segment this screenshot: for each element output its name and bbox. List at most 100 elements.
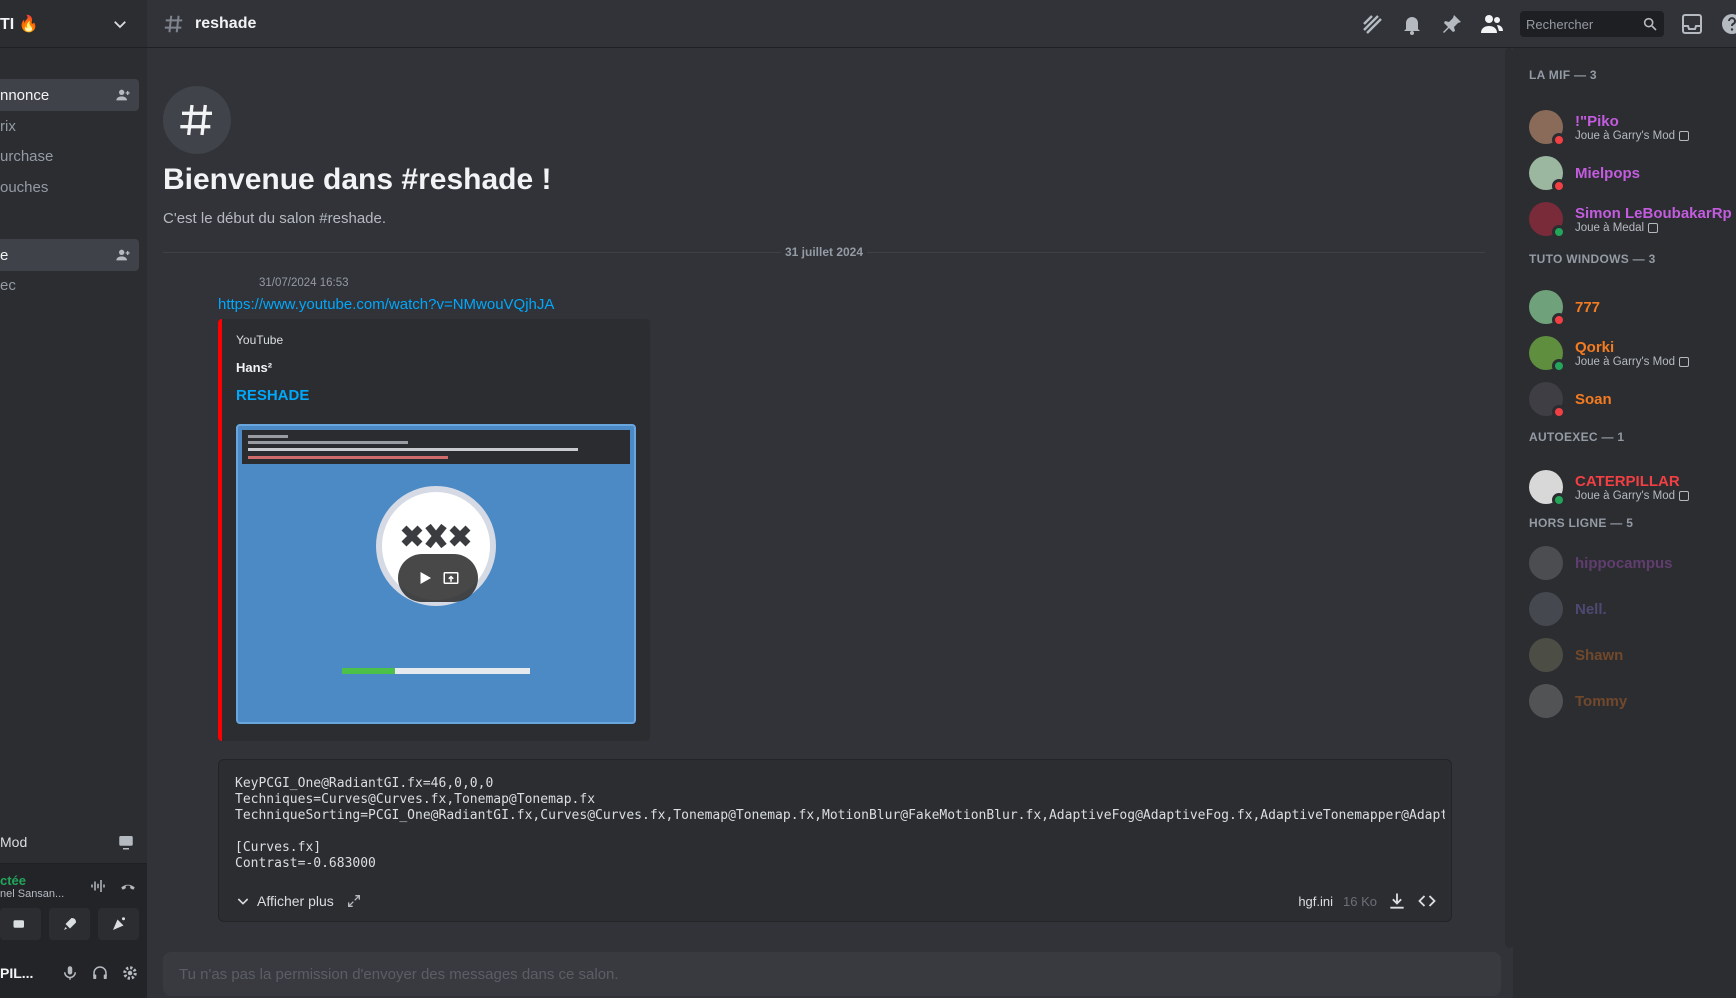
search-input[interactable]: Rechercher (1520, 11, 1664, 37)
camera-button[interactable] (0, 908, 41, 940)
help-icon[interactable] (1720, 12, 1736, 36)
soundboard-button[interactable] (98, 908, 139, 940)
inbox-icon[interactable] (1680, 12, 1704, 36)
search-icon (1643, 17, 1657, 31)
member-activity: Joue à Garry's Mod (1575, 130, 1689, 142)
chat-scrollbar[interactable] (1505, 48, 1513, 948)
member-item[interactable]: Soan (1529, 378, 1729, 420)
member-name: CATERPILLAR (1575, 472, 1680, 490)
member-info: Soan (1575, 391, 1612, 408)
voice-connection: ctée nel Sansan... (0, 864, 147, 908)
file-size: 16 Ko (1343, 893, 1377, 909)
voice-channel-label[interactable]: nel Sansan... (0, 888, 64, 900)
member-name: Soan (1575, 390, 1612, 408)
member-name: Mielpops (1575, 164, 1641, 182)
member-item[interactable]: !"Piko Joue à Garry's Mod (1529, 106, 1729, 148)
member-activity: Joue à Garry's Mod (1575, 356, 1689, 368)
member-name: hippocampus (1575, 554, 1673, 572)
threads-icon[interactable] (1360, 12, 1384, 36)
member-item[interactable]: CATERPILLAR Joue à Garry's Mod (1529, 466, 1729, 508)
channel-item[interactable]: ec (0, 269, 139, 301)
headphones-icon[interactable] (91, 964, 109, 982)
play-icon (420, 572, 431, 584)
server-name: TI 🔥 (0, 15, 39, 33)
channel-item[interactable]: rix (0, 110, 139, 142)
member-group-title: HORS LIGNE — 5 (1529, 516, 1634, 530)
attachment-code: KeyPCGI_One@RadiantGI.fx=46,0,0,0 Techni… (235, 776, 1445, 871)
chevron-down-icon (237, 898, 249, 905)
game-icon (1679, 356, 1689, 367)
status-indicator (1552, 359, 1566, 373)
download-icon[interactable] (1387, 891, 1407, 911)
channel-hashtag-icon (163, 86, 231, 154)
avatar (1529, 110, 1566, 147)
invite-icon[interactable] (115, 247, 131, 263)
status-indicator (1552, 179, 1566, 193)
soundboard-icon (112, 917, 125, 930)
channel-label: e (0, 246, 9, 264)
disconnect-icon[interactable] (119, 877, 137, 895)
expand-icon[interactable] (346, 893, 362, 909)
member-info: Mielpops (1575, 165, 1640, 182)
game-icon (1648, 222, 1659, 233)
hashtag-icon (164, 15, 183, 32)
member-info: Nell. (1575, 601, 1607, 618)
member-info: !"Piko Joue à Garry's Mod (1575, 113, 1689, 142)
member-item[interactable]: Tommy (1529, 680, 1729, 722)
screen-share-icon[interactable] (117, 833, 135, 851)
status-indicator (1552, 225, 1566, 239)
header-toolbar: Rechercher (1360, 0, 1736, 48)
bell-icon[interactable] (1400, 12, 1424, 36)
channel-item[interactable]: ouches (0, 171, 139, 203)
member-item[interactable]: 777 (1529, 286, 1729, 328)
chevron-down-icon[interactable] (111, 15, 129, 33)
video-thumbnail[interactable] (236, 424, 636, 724)
rocket-icon (63, 918, 76, 930)
camera-icon (13, 920, 24, 928)
member-item[interactable]: Shawn (1529, 634, 1729, 676)
welcome-subtitle: C'est le début du salon #reshade. (163, 210, 387, 227)
channel-sidebar: TI 🔥 nnonce rix urchase ouches e ec Mod … (0, 0, 147, 998)
gear-icon[interactable] (121, 964, 139, 982)
channel-item[interactable]: nnonce (0, 79, 139, 111)
status-indicator (1552, 405, 1566, 419)
activity-button[interactable] (49, 908, 90, 940)
channel-item[interactable]: e (0, 239, 139, 271)
view-source-icon[interactable] (1417, 891, 1437, 911)
member-item[interactable]: Nell. (1529, 588, 1729, 630)
member-item[interactable]: hippocampus (1529, 542, 1729, 584)
member-list-icon[interactable] (1480, 12, 1504, 36)
member-activity: Joue à Medal (1575, 222, 1732, 234)
server-header[interactable]: TI 🔥 (0, 0, 147, 48)
embed-author[interactable]: Hans² (236, 360, 272, 375)
play-button[interactable] (398, 554, 478, 602)
channel-label: nnonce (0, 86, 50, 104)
file-name: hgf.ini (1298, 893, 1334, 909)
embed-provider[interactable]: YouTube (236, 333, 283, 347)
avatar (1529, 336, 1566, 373)
message-link[interactable]: https://www.youtube.com/watch?v=NMwouVQj… (218, 296, 554, 313)
channel-item[interactable]: urchase (0, 140, 139, 172)
member-item[interactable]: Qorki Joue à Garry's Mod (1529, 332, 1729, 374)
open-external-icon[interactable] (442, 569, 460, 587)
activity-text: Joue à Medal (1575, 221, 1645, 234)
search-placeholder: Rechercher (1526, 16, 1594, 32)
microphone-icon[interactable] (61, 964, 79, 982)
embed-title[interactable]: RESHADE (236, 387, 309, 404)
member-list: LA MIF — 3 TUTO WINDOWS — 3 AUTOEXEC — 1… (1513, 48, 1736, 998)
invite-icon[interactable] (115, 87, 131, 103)
file-info: hgf.ini 16 Ko (1298, 891, 1437, 911)
user-name[interactable]: PIL... (0, 965, 33, 981)
user-area: Mod ctée nel Sansan... PIL... (0, 820, 147, 998)
activity-text: Joue à Garry's Mod (1575, 355, 1675, 368)
pin-icon[interactable] (1440, 12, 1464, 36)
member-item[interactable]: Simon LeBoubakarRp Joue à Medal (1529, 198, 1732, 240)
show-more-button[interactable]: Afficher plus (235, 893, 362, 909)
activity-panel[interactable]: Mod (0, 820, 147, 864)
member-info: Shawn (1575, 647, 1623, 664)
avatar (1529, 202, 1566, 239)
channel-label: rix (0, 117, 16, 135)
member-group-title: LA MIF — 3 (1529, 68, 1597, 82)
member-item[interactable]: Mielpops (1529, 152, 1729, 194)
voice-waves-icon[interactable] (89, 877, 107, 895)
